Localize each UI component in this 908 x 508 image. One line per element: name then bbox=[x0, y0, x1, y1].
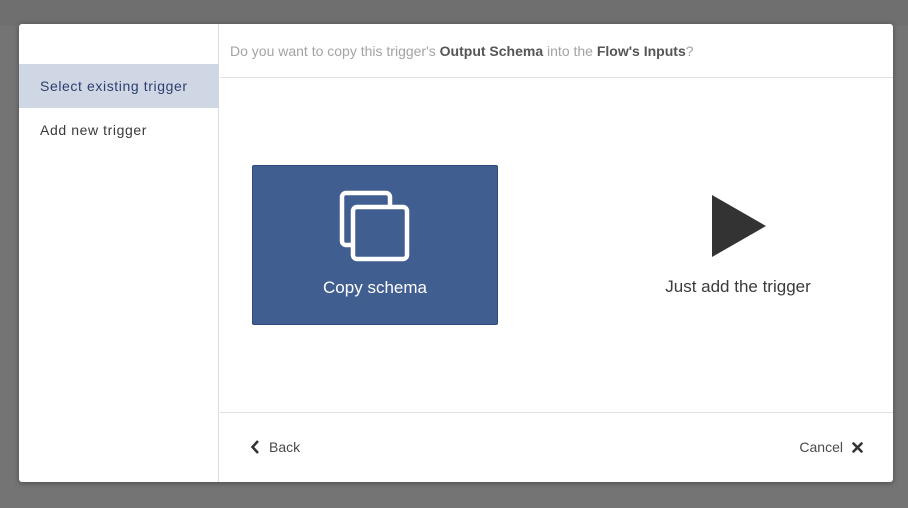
chevron-left-icon bbox=[250, 440, 259, 454]
close-icon bbox=[852, 441, 863, 453]
question-prefix: Do you want to copy this trigger's bbox=[230, 43, 440, 59]
question-middle: into the bbox=[543, 43, 597, 59]
back-label: Back bbox=[269, 439, 301, 455]
question-flow-inputs: Flow's Inputs bbox=[596, 43, 686, 59]
main-panel: Do you want to copy this trigger's Outpu… bbox=[220, 24, 893, 482]
just-add-trigger-button[interactable]: Just add the trigger bbox=[615, 165, 861, 325]
sidebar-item-select-existing-trigger[interactable]: Select existing trigger bbox=[19, 64, 219, 108]
question-output-schema: Output Schema bbox=[439, 43, 544, 59]
cancel-label: Cancel bbox=[799, 439, 843, 455]
just-add-trigger-label: Just add the trigger bbox=[665, 277, 811, 296]
question-suffix: ? bbox=[685, 43, 694, 59]
trigger-dialog: Select existing trigger Add new trigger … bbox=[19, 24, 893, 482]
back-button[interactable]: Back bbox=[250, 437, 300, 457]
play-icon bbox=[710, 195, 768, 262]
backdrop-top bbox=[0, 0, 908, 26]
copy-icon bbox=[339, 190, 411, 267]
copy-schema-question: Do you want to copy this trigger's Outpu… bbox=[220, 24, 893, 78]
cancel-button[interactable]: Cancel bbox=[799, 437, 863, 457]
sidebar-item-add-new-trigger[interactable]: Add new trigger bbox=[19, 108, 219, 152]
copy-schema-label: Copy schema bbox=[323, 278, 427, 297]
dialog-footer: Back Cancel bbox=[220, 412, 893, 482]
copy-schema-button[interactable]: Copy schema bbox=[252, 165, 498, 325]
sidebar: Select existing trigger Add new trigger bbox=[19, 24, 219, 482]
